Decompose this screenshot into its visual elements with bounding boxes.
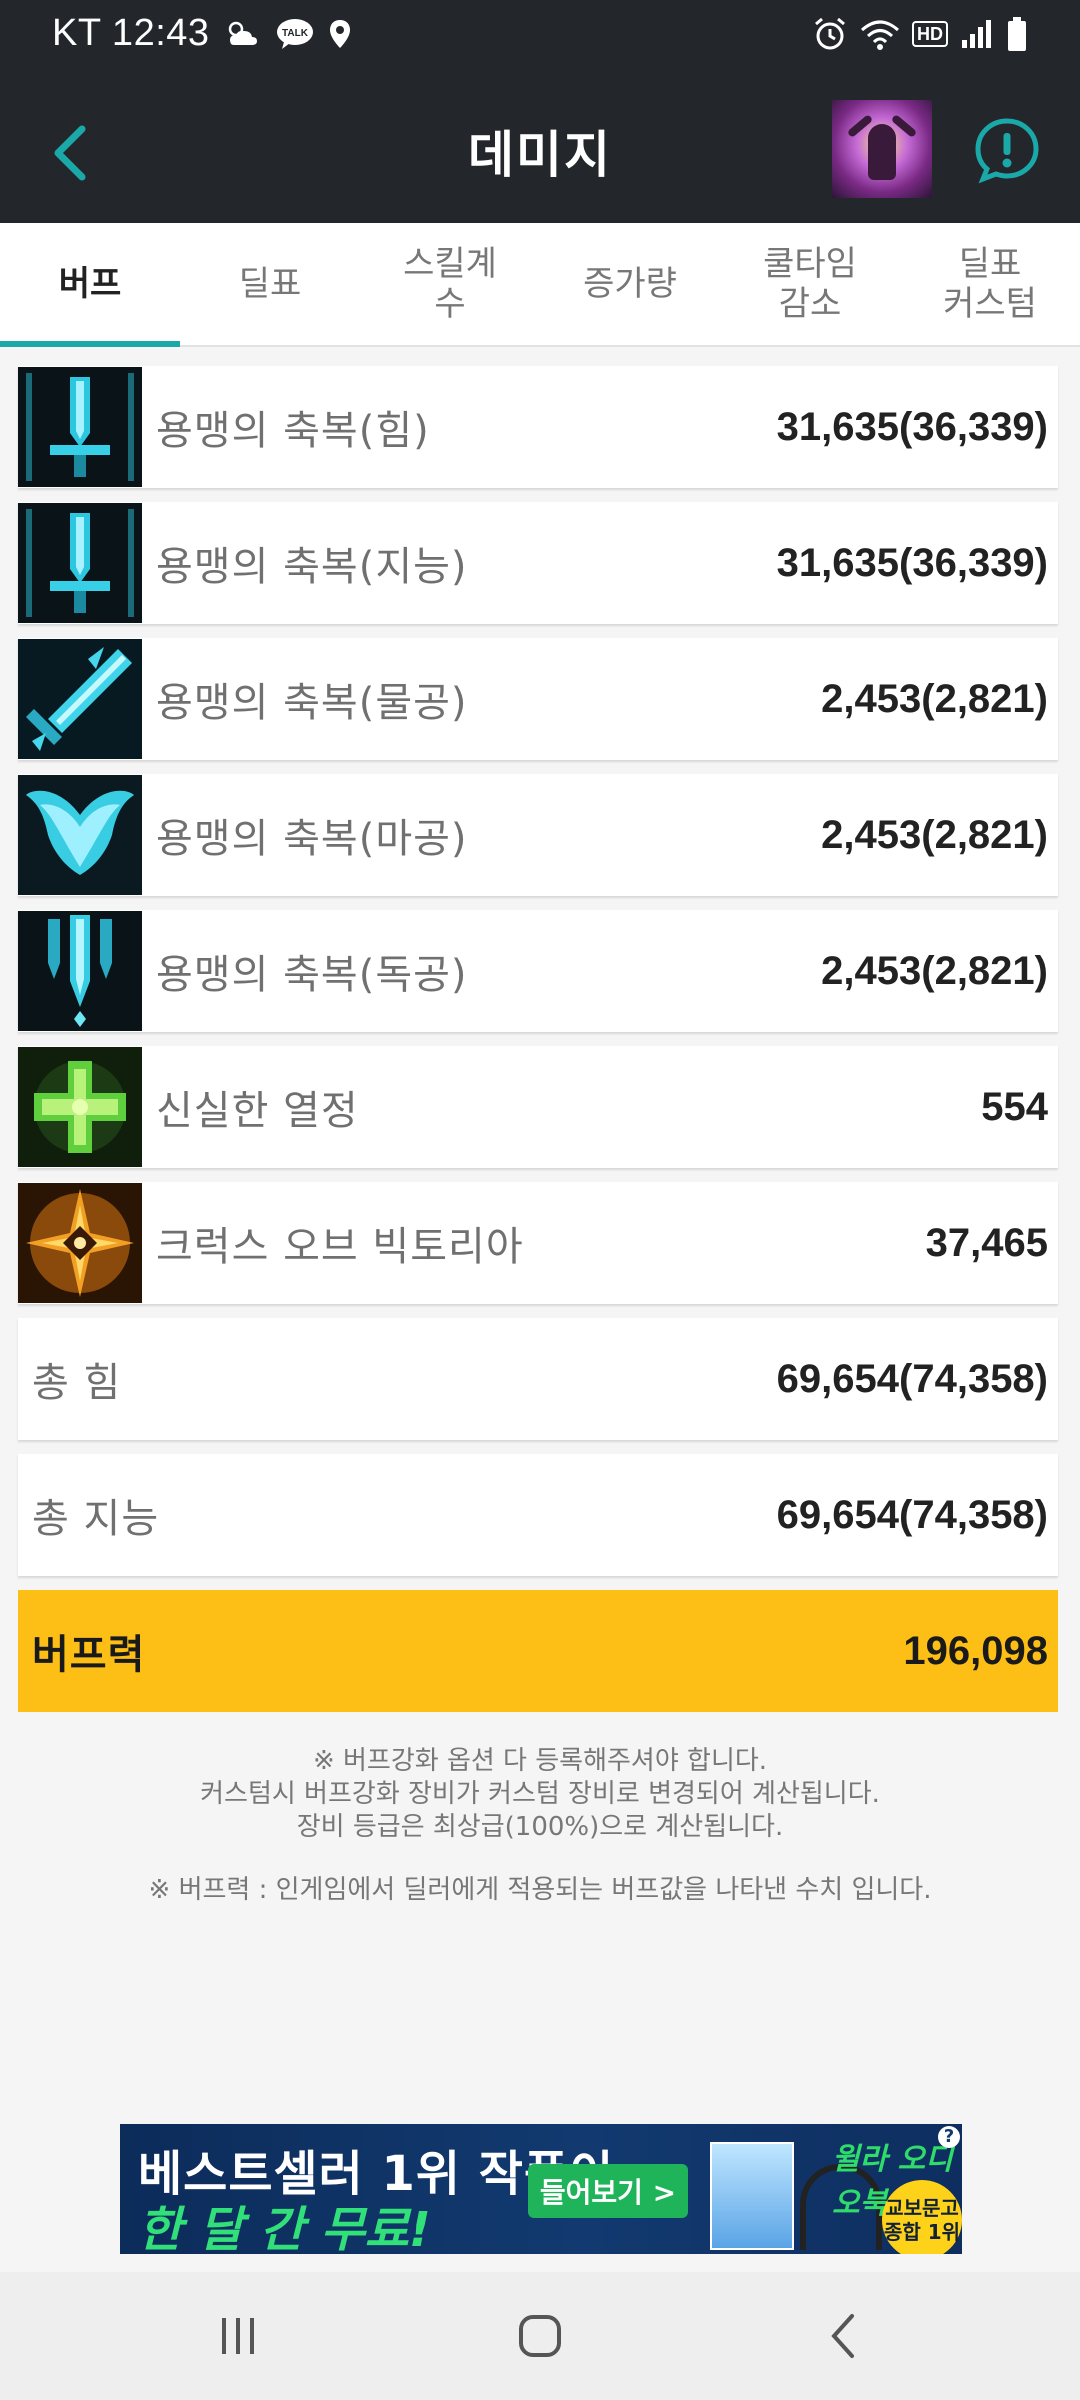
list-item[interactable]: 용맹의 축복(독공) 2,453(2,821) xyxy=(18,910,1058,1032)
battery-icon xyxy=(1006,16,1028,52)
sword-blessing-icon xyxy=(18,367,142,487)
note-line: ※ 버프력 : 인게임에서 딜러에게 적용되는 버프값을 나타낸 수치 입니다. xyxy=(148,1875,932,1905)
home-icon xyxy=(519,2315,561,2357)
notes: ※ 버프강화 옵션 다 등록해주셔야 합니다. 커스텀시 버프강화 장비가 커스… xyxy=(0,1745,1080,1907)
buff-power-label: 버프력 xyxy=(32,1632,146,1678)
buff-value: 2,453(2,821) xyxy=(821,948,1048,993)
list-item[interactable]: 용맹의 축복(힘) 31,635(36,339) xyxy=(18,366,1058,488)
buff-power-row: 버프력 196,098 xyxy=(18,1590,1058,1712)
tab-damage-table[interactable]: 딜표 xyxy=(180,223,360,345)
total-label: 총 힘 xyxy=(32,1360,122,1406)
talk-icon: TALK xyxy=(276,18,314,50)
buff-value: 37,465 xyxy=(925,1220,1048,1265)
buff-name: 용맹의 축복(독공) xyxy=(156,952,468,998)
app-bar: 데미지 xyxy=(0,75,1080,223)
ad-info-icon[interactable]: ? xyxy=(938,2126,960,2148)
slash-sword-icon xyxy=(18,639,142,759)
alert-chat-icon xyxy=(975,118,1039,184)
home-button[interactable] xyxy=(508,2306,572,2366)
total-value: 69,654(74,358) xyxy=(776,1356,1048,1401)
system-back-button[interactable] xyxy=(812,2306,876,2366)
chevron-left-icon xyxy=(831,2314,854,2358)
recent-apps-icon xyxy=(222,2318,254,2354)
list-item[interactable]: 크럭스 오브 빅토리아 37,465 xyxy=(18,1182,1058,1304)
weather-icon xyxy=(224,19,262,49)
buff-value: 554 xyxy=(981,1084,1048,1129)
note-line: ※ 버프강화 옵션 다 등록해주셔야 합니다. xyxy=(312,1746,768,1776)
total-value: 69,654(74,358) xyxy=(776,1492,1048,1537)
tab-damage-custom[interactable]: 딜표 커스텀 xyxy=(900,223,1080,345)
sword-blessing-icon xyxy=(18,503,142,623)
system-nav-bar xyxy=(0,2272,1080,2400)
note-line: 커스텀시 버프강화 장비가 커스텀 장비로 변경되어 계산됩니다. xyxy=(200,1779,880,1809)
status-bar: KT 12:43 TALK HD xyxy=(0,0,1080,75)
recent-apps-button[interactable] xyxy=(206,2306,270,2366)
buff-name: 용맹의 축복(물공) xyxy=(156,680,468,726)
location-icon xyxy=(328,18,352,50)
tab-cooldown-reduction[interactable]: 쿨타임 감소 xyxy=(720,223,900,345)
status-time: KT 12:43 xyxy=(52,12,210,54)
buff-value: 31,635(36,339) xyxy=(776,404,1048,449)
falling-swords-icon xyxy=(18,911,142,1031)
ad-listen-button[interactable]: 들어보기 > xyxy=(528,2164,688,2218)
buff-list: 용맹의 축복(힘) 31,635(36,339) 용맹의 축복(지능) 31,6… xyxy=(18,366,1058,1726)
buff-name: 용맹의 축복(지능) xyxy=(156,544,468,590)
list-item[interactable]: 용맹의 축복(지능) 31,635(36,339) xyxy=(18,502,1058,624)
book-cover-image xyxy=(710,2142,794,2250)
ad-subline: 한 달 간 무료! xyxy=(138,2202,431,2254)
buff-name: 용맹의 축복(힘) xyxy=(156,408,430,454)
signal-icon xyxy=(960,18,994,50)
buff-name: 크럭스 오브 빅토리아 xyxy=(156,1224,524,1270)
hd-badge: HD xyxy=(912,21,948,47)
tab-bar: 버프 딜표 스킬계 수 증가량 쿨타임 감소 딜표 커스텀 xyxy=(0,223,1080,347)
tab-skill-coefficient[interactable]: 스킬계 수 xyxy=(360,223,540,345)
wifi-icon xyxy=(860,18,900,50)
buff-value: 31,635(36,339) xyxy=(776,540,1048,585)
tab-buff[interactable]: 버프 xyxy=(0,223,180,347)
ad-banner[interactable]: 베스트셀러 1위 작품이 한 달 간 무료! 들어보기 > 윌라 오디오북 교보… xyxy=(120,2124,962,2254)
total-label: 총 지능 xyxy=(32,1496,160,1542)
buff-name: 용맹의 축복(마공) xyxy=(156,816,468,862)
green-cross-icon xyxy=(18,1047,142,1167)
buff-power-value: 196,098 xyxy=(903,1628,1048,1673)
info-button[interactable] xyxy=(972,115,1042,185)
buff-name: 신실한 열정 xyxy=(156,1088,359,1134)
buff-value: 2,453(2,821) xyxy=(821,812,1048,857)
buff-value: 2,453(2,821) xyxy=(821,676,1048,721)
total-strength-row: 총 힘 69,654(74,358) xyxy=(18,1318,1058,1440)
tab-increase[interactable]: 증가량 xyxy=(540,223,720,345)
crux-sun-icon xyxy=(18,1183,142,1303)
list-item[interactable]: 신실한 열정 554 xyxy=(18,1046,1058,1168)
ad-badge: 교보문고 종합 1위 xyxy=(882,2180,962,2254)
list-item[interactable]: 용맹의 축복(마공) 2,453(2,821) xyxy=(18,774,1058,896)
character-avatar[interactable] xyxy=(832,100,932,198)
talk-text: TALK xyxy=(282,28,309,39)
wings-icon xyxy=(18,775,142,895)
total-intelligence-row: 총 지능 69,654(74,358) xyxy=(18,1454,1058,1576)
alarm-icon xyxy=(812,16,848,52)
list-item[interactable]: 용맹의 축복(물공) 2,453(2,821) xyxy=(18,638,1058,760)
note-line: 장비 등급은 최상급(100%)으로 계산됩니다. xyxy=(296,1812,784,1842)
